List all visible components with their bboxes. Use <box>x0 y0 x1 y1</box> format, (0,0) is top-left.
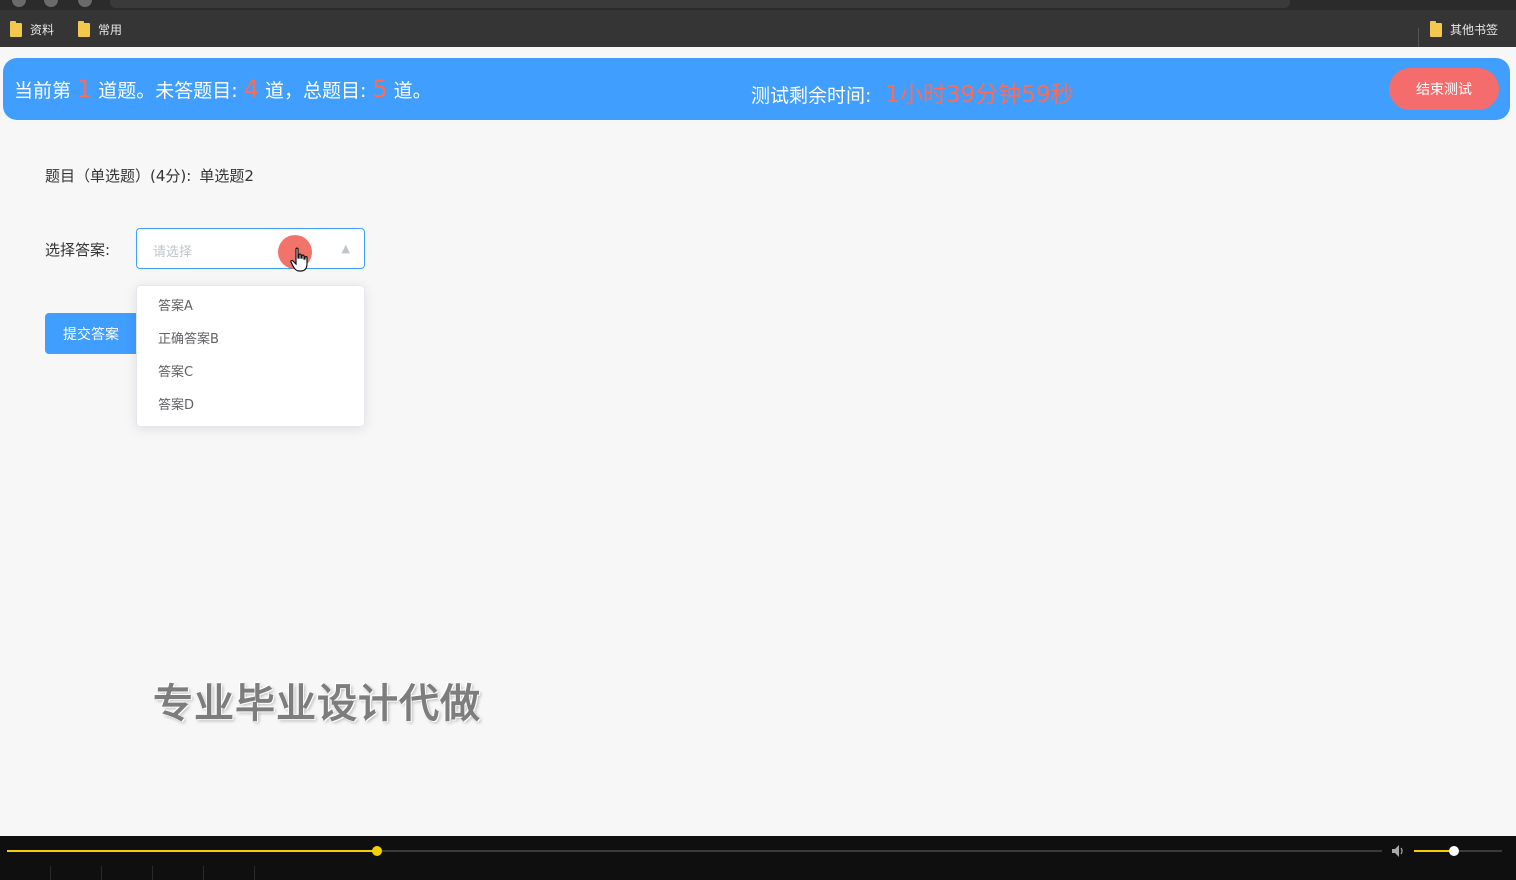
player-taskbar-cells <box>0 866 260 880</box>
dropdown-option-a[interactable]: 答案A <box>137 290 364 323</box>
question-progress: 当前第 1 道题。未答题目: 4 道，总题目: 5 道。 <box>14 75 432 103</box>
progress-text: 道，总题目: <box>264 80 367 102</box>
volume-handle[interactable] <box>1448 846 1459 856</box>
current-question-number: 1 <box>77 75 93 103</box>
end-test-button[interactable]: 结束测试 <box>1389 68 1499 110</box>
volume-slider[interactable] <box>1414 846 1502 856</box>
playback-progress-fill <box>7 850 377 852</box>
exam-page: 当前第 1 道题。未答题目: 4 道，总题目: 5 道。 测试剩余时间: 1小时39分钟59秒… <box>0 47 1516 836</box>
chevron-up-icon: ▲ <box>341 242 350 255</box>
address-bar[interactable] <box>110 0 1290 8</box>
question-title: 题目（单选题）(4分): 单选题2 <box>45 165 254 186</box>
total-count: 5 <box>372 75 388 103</box>
unanswered-count: 4 <box>243 75 259 103</box>
hand-cursor-icon <box>290 247 308 272</box>
back-icon[interactable] <box>12 0 26 7</box>
forward-icon[interactable] <box>44 0 58 7</box>
answer-label: 选择答案: <box>45 241 111 259</box>
bookmark-folder-other[interactable]: 其他书签 <box>1430 20 1499 38</box>
volume-fill <box>1414 850 1454 852</box>
reload-icon[interactable] <box>78 0 92 7</box>
playback-progress-handle[interactable] <box>371 846 382 856</box>
browser-toolbar <box>0 0 1516 10</box>
video-player-controls <box>0 836 1516 880</box>
progress-text: 道。 <box>393 80 432 102</box>
watermark-text: 专业毕业设计代做 <box>153 681 481 727</box>
answer-dropdown: 答案A 正确答案B 答案C 答案D <box>136 285 365 427</box>
dropdown-option-d[interactable]: 答案D <box>137 389 364 422</box>
bookmark-label: 资料 <box>30 23 55 37</box>
dropdown-option-c[interactable]: 答案C <box>137 356 364 389</box>
progress-text: 当前第 <box>14 80 72 102</box>
bookmark-folder-changyong[interactable]: 常用 <box>78 20 123 38</box>
bookmarks-divider <box>1418 28 1419 48</box>
question-text: 单选题2 <box>199 167 254 185</box>
answer-select[interactable]: 请选择 ▲ <box>136 228 365 269</box>
volume-icon[interactable] <box>1391 844 1407 858</box>
question-label: 题目（单选题）(4分): <box>45 167 192 185</box>
exam-status-header: 当前第 1 道题。未答题目: 4 道，总题目: 5 道。 测试剩余时间: 1小时39分钟59秒… <box>3 58 1510 120</box>
bookmarks-bar: 资料 常用 其他书签 <box>0 10 1516 48</box>
folder-icon <box>10 20 22 37</box>
playback-progress-bar[interactable] <box>7 846 1382 856</box>
folder-icon <box>78 20 90 37</box>
bookmark-label: 常用 <box>98 23 123 37</box>
submit-answer-button[interactable]: 提交答案 <box>45 313 137 354</box>
folder-icon <box>1430 20 1442 37</box>
progress-text: 道题。未答题目: <box>98 80 238 102</box>
timer-label: 测试剩余时间: <box>751 85 872 107</box>
select-placeholder: 请选择 <box>153 245 193 260</box>
bookmark-label: 其他书签 <box>1450 23 1499 37</box>
timer-value: 1小时39分钟59秒 <box>885 82 1074 108</box>
dropdown-option-b[interactable]: 正确答案B <box>137 323 364 356</box>
remaining-time: 测试剩余时间: 1小时39分钟59秒 <box>751 75 1074 109</box>
bookmark-folder-ziliao[interactable]: 资料 <box>10 20 55 38</box>
